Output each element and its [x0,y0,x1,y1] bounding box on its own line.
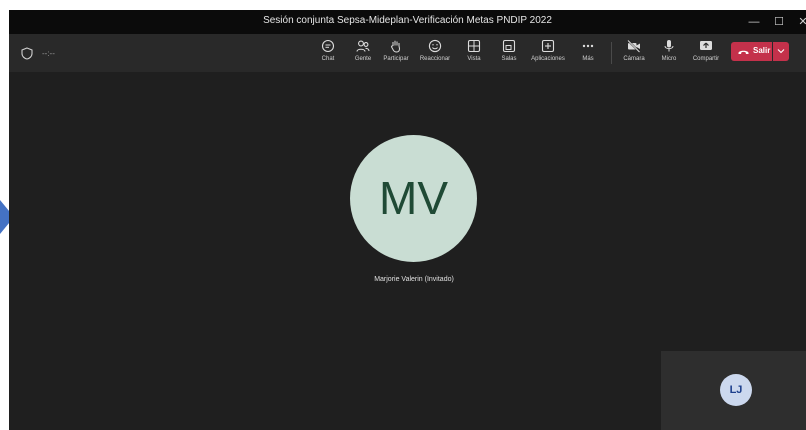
grid-icon [467,39,481,53]
self-avatar: LJ [720,374,752,406]
raise-hand-button[interactable]: Participar [379,39,413,69]
hand-icon [391,40,401,53]
chat-button[interactable]: Chat [317,39,339,69]
shield-icon[interactable] [21,47,33,60]
video-stage: MV Marjorie Valerin (Invitado) LJ [9,72,806,430]
add-apps-icon [541,39,555,53]
participant-avatar: MV [350,135,477,262]
meeting-toolbar: --:-- Chat Gente Participar Reaccionar V… [9,34,806,72]
meeting-timer: --:-- [42,49,55,58]
title-bar: Sesión conjunta Sepsa-Mideplan-Verificac… [9,10,806,34]
share-label: Compartir [692,56,720,62]
raise-hand-label: Participar [383,56,409,62]
people-button[interactable]: Gente [351,39,375,69]
chat-label: Chat [321,56,335,62]
people-label: Gente [354,56,372,62]
toolbar-divider [611,42,612,64]
people-icon [356,40,370,52]
window-title: Sesión conjunta Sepsa-Mideplan-Verificac… [263,15,552,26]
mic-button[interactable]: Micro [659,39,679,69]
smiley-icon [428,39,442,53]
react-button[interactable]: Reaccionar [416,39,454,69]
camera-off-icon [627,39,641,53]
react-label: Reaccionar [419,56,451,62]
rooms-button[interactable]: Salas [499,39,519,69]
apps-label: Aplicaciones [531,56,565,62]
close-button[interactable]: ✕ [791,12,806,32]
view-label: Vista [467,56,481,62]
minimize-button[interactable]: — [742,12,766,32]
meeting-window: Sesión conjunta Sepsa-Mideplan-Verificac… [9,10,806,430]
rooms-label: Salas [501,56,517,62]
chevron-down-icon [777,49,785,54]
leave-options-dropdown[interactable] [773,42,789,61]
more-icon [582,44,594,48]
participant-name: Marjorie Valerin (Invitado) [374,276,454,283]
microphone-icon [664,40,674,52]
more-label: Más [582,56,594,62]
apps-button[interactable]: Aplicaciones [526,39,570,69]
camera-button[interactable]: Cámara [621,39,647,69]
leave-label: Salir [753,46,771,55]
hang-up-icon [738,50,749,54]
share-button[interactable]: Compartir [688,39,724,69]
self-video-tile[interactable]: LJ [661,351,806,430]
mic-label: Micro [661,56,677,62]
share-screen-icon [700,41,712,50]
leave-button[interactable]: Salir [731,42,772,61]
view-button[interactable]: Vista [464,39,484,69]
rooms-icon [502,39,516,53]
maximize-button[interactable]: ☐ [767,12,791,32]
camera-label: Cámara [623,56,645,62]
more-button[interactable]: Más [579,39,597,69]
chat-icon [321,39,335,53]
